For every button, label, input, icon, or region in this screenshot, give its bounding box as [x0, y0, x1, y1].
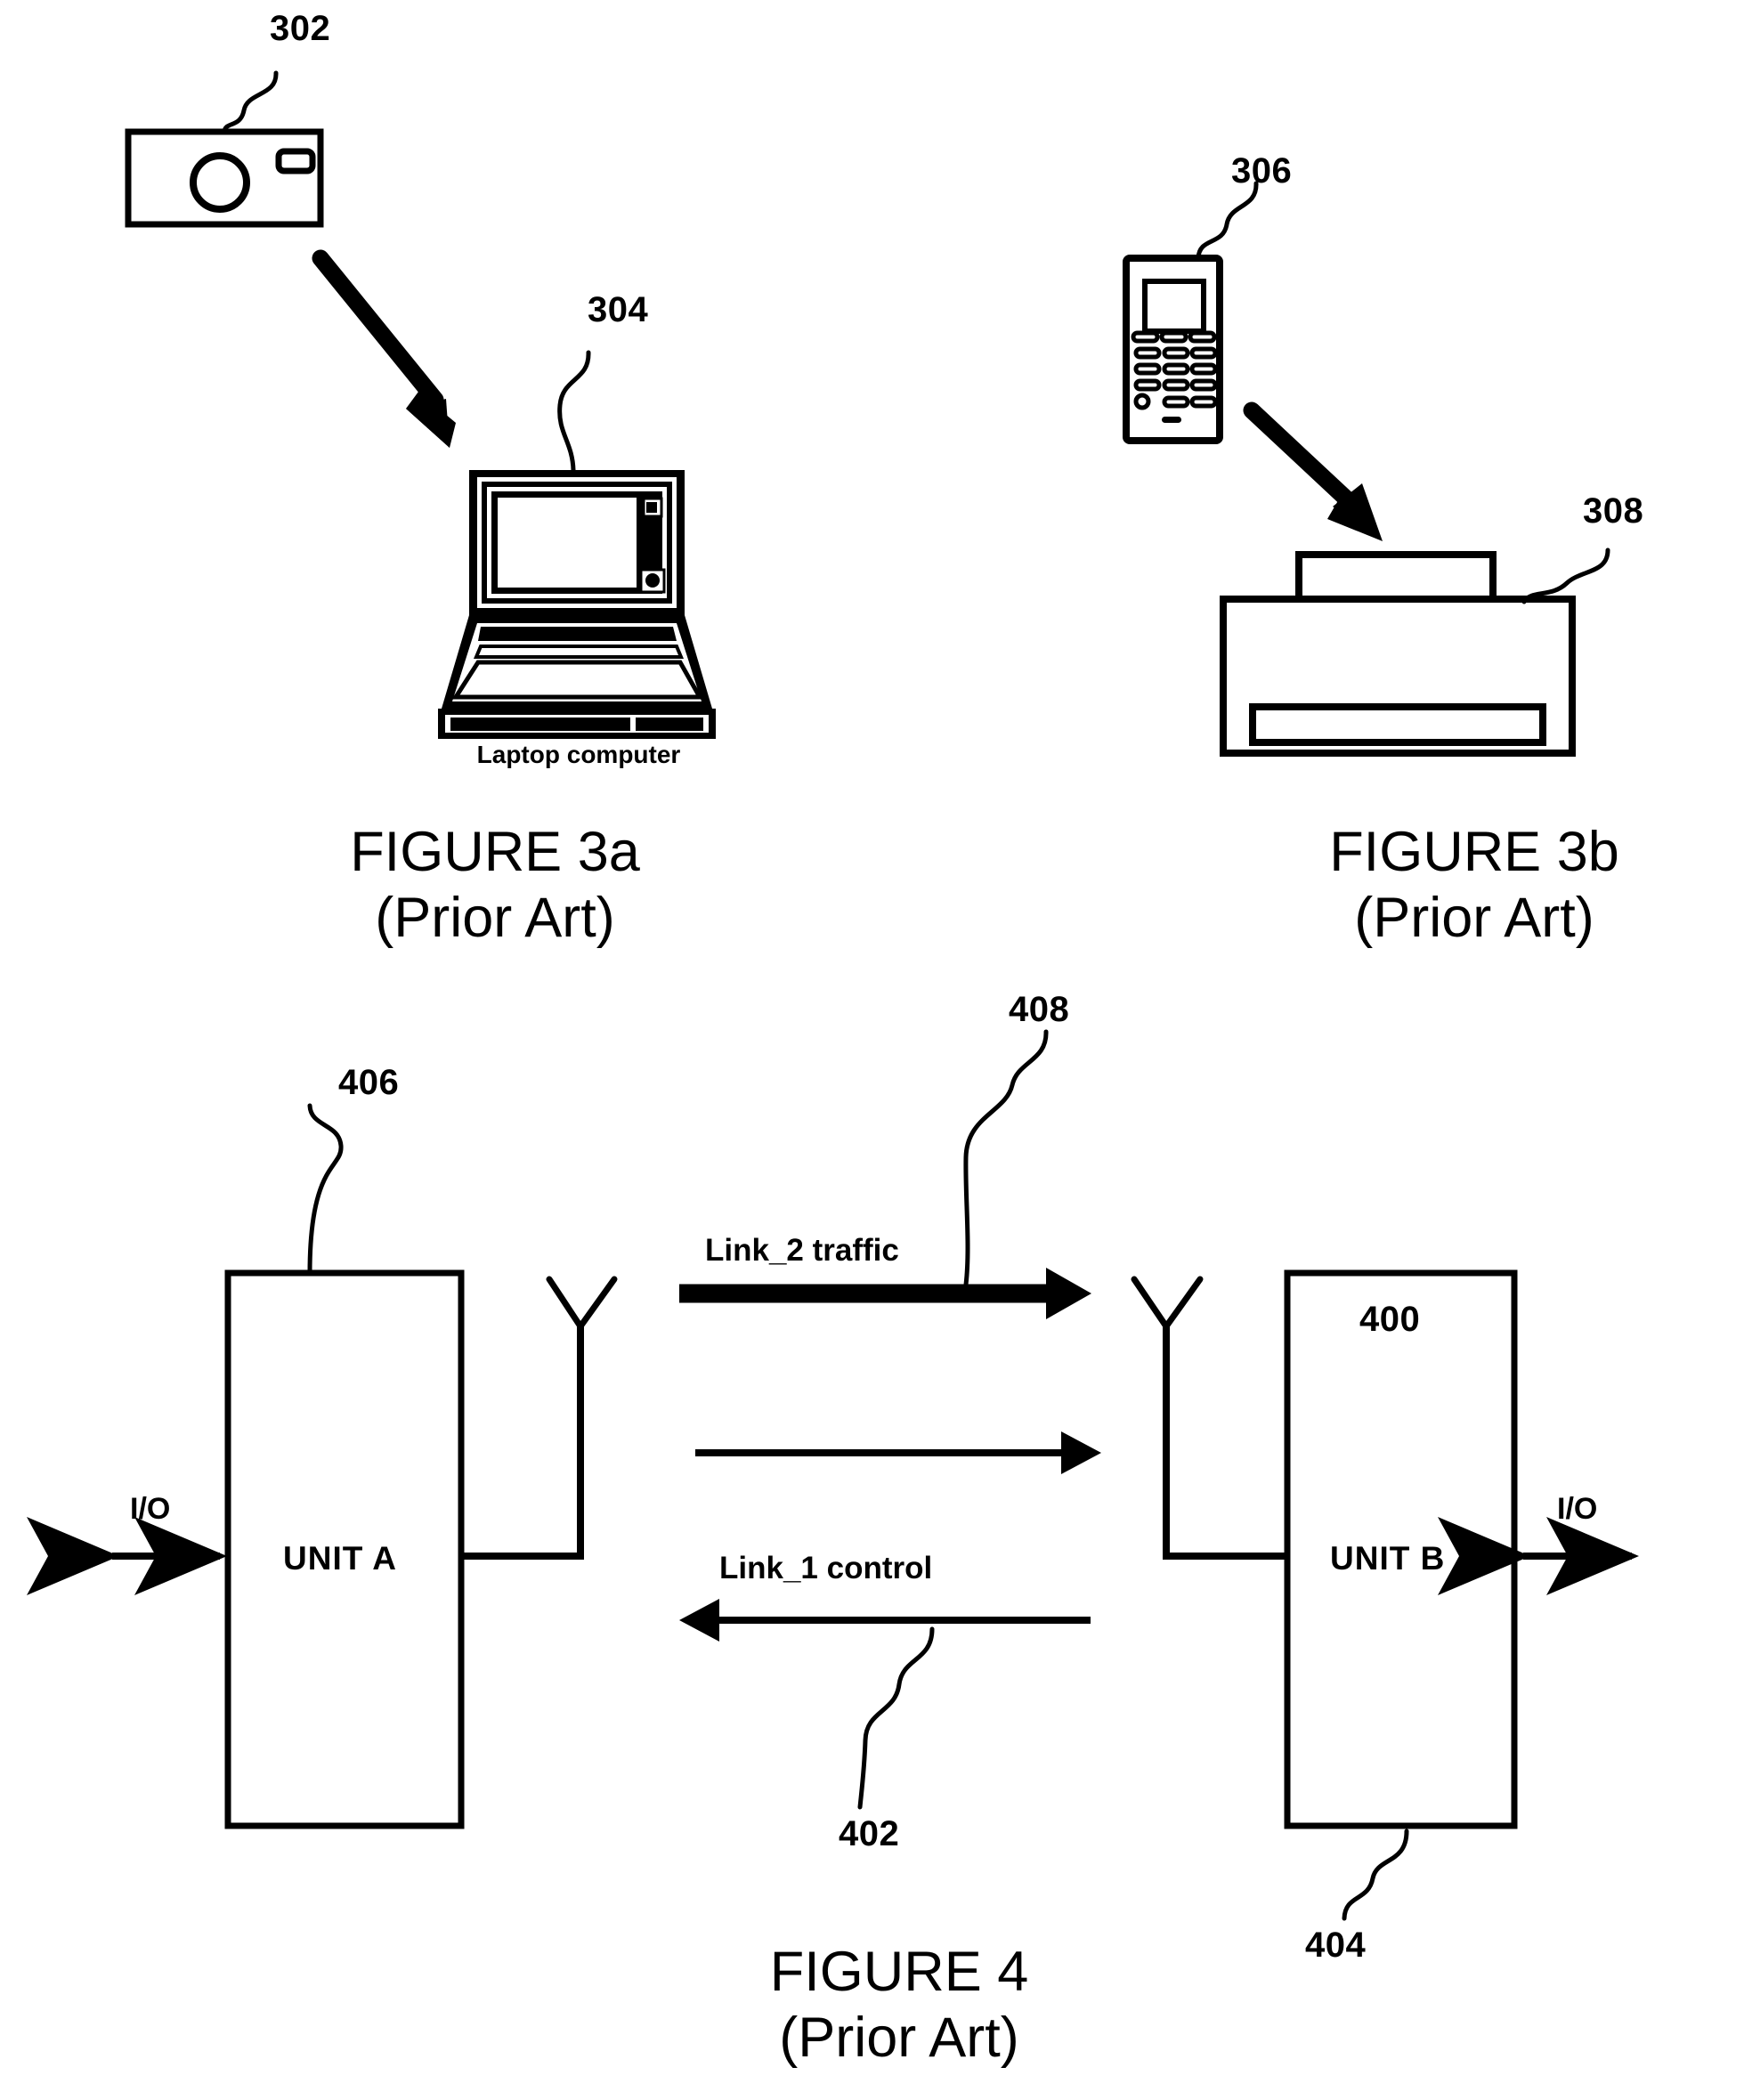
- laptop-computer-icon: [438, 470, 716, 739]
- link-2-traffic-label: Link_2 traffic: [705, 1233, 899, 1268]
- figure-3b-caption-line1: FIGURE 3b: [1329, 821, 1619, 883]
- figure-3b-caption-line2: (Prior Art): [1354, 887, 1594, 950]
- io-label-unit-b: I/O: [1557, 1492, 1598, 1526]
- leader-line-304: [557, 350, 591, 473]
- ref-number-406: 406: [338, 1063, 400, 1102]
- ref-number-304: 304: [588, 290, 649, 329]
- figure-4-caption: FIGURE 4 (Prior Art): [721, 1939, 1077, 2072]
- link-1-control-arrow: [679, 1599, 1091, 1642]
- figure-4-caption-line1: FIGURE 4: [769, 1941, 1029, 2003]
- leader-line-406: [307, 1103, 344, 1276]
- leader-line-402: [857, 1626, 935, 1810]
- laptop-device-caption: Laptop computer: [476, 741, 681, 768]
- leader-line-408: [963, 1029, 1049, 1287]
- ref-number-404: 404: [1305, 1926, 1367, 1965]
- drawing-artwork: [27, 70, 1639, 1921]
- link-1-control-label: Link_1 control: [719, 1551, 933, 1585]
- io-label-unit-a: I/O: [130, 1492, 171, 1526]
- unit-a-label: UNIT A: [283, 1540, 397, 1577]
- transfer-arrow-icon-3a: [312, 249, 456, 448]
- patent-drawing-sheet: 302 304 Laptop computer FIGURE 3a (Prior…: [0, 0, 1744, 2100]
- leader-line-404: [1342, 1828, 1409, 1921]
- antenna-icon-unit-b: [1131, 1276, 1288, 1560]
- ref-number-308: 308: [1583, 491, 1644, 531]
- link-2-traffic-arrow: [679, 1268, 1091, 1319]
- link-unlabeled-right-arrow: [695, 1431, 1101, 1474]
- digital-camera-icon: [125, 128, 324, 228]
- antenna-icon-unit-a: [458, 1276, 618, 1560]
- figure-3a-caption-line1: FIGURE 3a: [350, 821, 640, 883]
- ref-number-402: 402: [839, 1814, 900, 1853]
- unit-b-label: UNIT B: [1330, 1540, 1446, 1577]
- transfer-arrow-icon-3b: [1243, 401, 1383, 541]
- ref-number-302: 302: [270, 9, 331, 48]
- figure-3a-caption-line2: (Prior Art): [375, 887, 615, 950]
- printer-icon: [1220, 551, 1576, 757]
- leader-line-308: [1521, 547, 1610, 604]
- leader-line-302: [222, 70, 279, 134]
- figure-4-caption-line2: (Prior Art): [779, 2007, 1019, 2070]
- ref-number-408: 408: [1009, 990, 1070, 1029]
- figure-3b-caption: FIGURE 3b (Prior Art): [1296, 819, 1652, 952]
- ref-number-306: 306: [1231, 151, 1293, 191]
- leader-line-306: [1196, 181, 1259, 261]
- mobile-phone-icon: [1123, 255, 1223, 444]
- ref-number-400: 400: [1359, 1300, 1421, 1339]
- figure-3a-caption: FIGURE 3a (Prior Art): [317, 819, 673, 952]
